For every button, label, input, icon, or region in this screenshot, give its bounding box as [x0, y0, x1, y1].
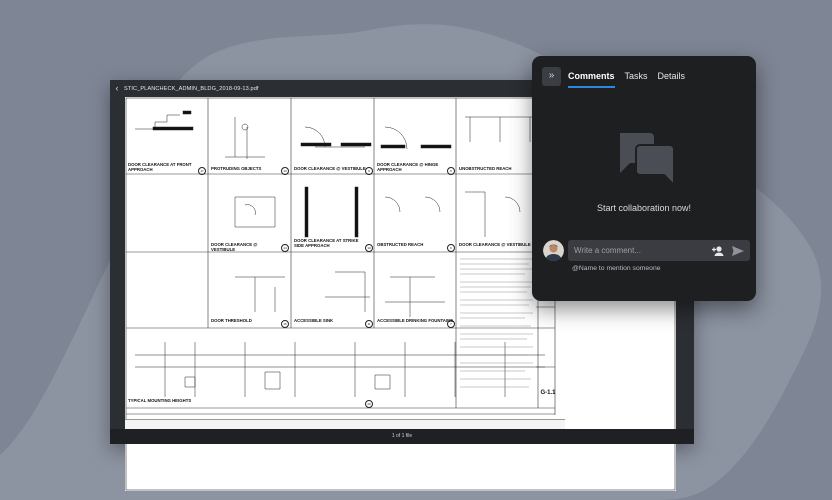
add-user-icon[interactable] [711, 244, 725, 258]
detail-number: 13 [281, 167, 289, 175]
mention-hint: @Name to mention someone [572, 265, 661, 272]
detail-label: DOOR CLEARANCE @ VESTIBULE [211, 242, 258, 252]
detail-number: 10 [365, 244, 373, 252]
viewer-footer: 1 of 1 file [110, 429, 694, 444]
detail-label: UNOBSTRUCTED REACH [459, 166, 512, 171]
comment-box [568, 240, 750, 261]
detail-label: DOOR CLEARANCE @ VESTIBULE [294, 166, 366, 171]
detail-number: 14 [281, 244, 289, 252]
detail-label: TYPICAL MOUNTING HEIGHTS [128, 398, 192, 403]
empty-state-text: Start collaboration now! [596, 203, 692, 213]
detail-label: DOOR CLEARANCE @ HINGE APPROACH [377, 162, 439, 172]
sheet-number: G-1.1 [540, 390, 556, 396]
avatar [543, 240, 564, 261]
send-icon[interactable] [731, 244, 745, 258]
detail-label: DOOR CLEARANCE AT STRIKE SIDE APPROACH [294, 238, 359, 248]
detail-number: 15 [281, 320, 289, 328]
detail-label: DOOR THRESHOLD [211, 318, 252, 323]
tab-details[interactable]: Details [658, 71, 686, 88]
detail-number: 20 [365, 400, 373, 408]
tab-tasks[interactable]: Tasks [625, 71, 648, 88]
detail-number: 7 [447, 320, 455, 328]
detail-number: 9 [365, 167, 373, 175]
detail-label: ACCESSIBLE DRINKING FOUNTAINE [377, 318, 454, 323]
tab-comments[interactable]: Comments [568, 71, 615, 88]
detail-label: OBSTRUCTED REACH [377, 242, 424, 247]
chat-bubbles-icon [620, 133, 675, 187]
detail-label: ACCESSIBLE SINK [294, 318, 334, 323]
back-chevron-icon[interactable]: ‹ [110, 80, 124, 97]
detail-number: 5 [447, 167, 455, 175]
detail-number: 17 [198, 167, 206, 175]
detail-label: DOOR CLEARANCE @ VESTIBULE [459, 242, 531, 247]
page-status: 1 of 1 file [391, 433, 413, 439]
detail-label: DOOR CLEARANCE AT FRONT APPROACH [128, 162, 192, 172]
comment-input[interactable] [574, 243, 700, 258]
double-chevron-right-icon[interactable]: » [542, 67, 561, 86]
comments-panel: » Comments Tasks Details Start collabora… [532, 56, 756, 301]
file-name: STIC_PLANCHECK_ADMIN_BLDG_2018-09-13.pdf [124, 85, 259, 92]
detail-number: 11 [365, 320, 373, 328]
detail-label: PROTRUDING OBJECTS [211, 166, 262, 171]
detail-number: 6 [447, 244, 455, 252]
panel-tabs: Comments Tasks Details [568, 71, 695, 88]
